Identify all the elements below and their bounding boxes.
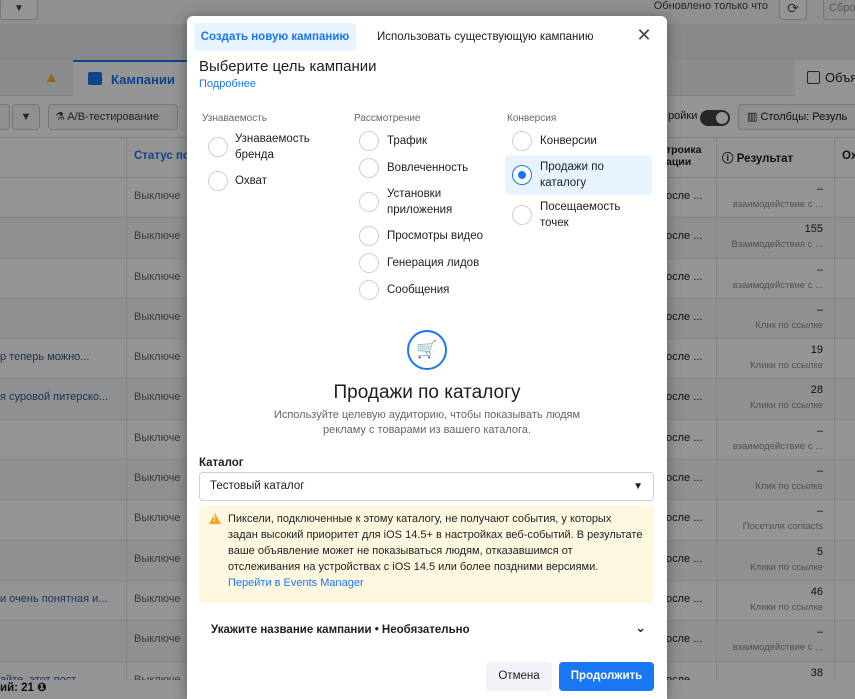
option-label: Охват: [235, 175, 267, 187]
radio-button[interactable]: [359, 253, 379, 273]
radio-button[interactable]: [359, 280, 379, 300]
tab-use-existing[interactable]: Использовать существующую кампанию: [377, 23, 593, 51]
shopping-cart-icon: 🛒: [407, 330, 447, 370]
objective-title: Продажи по каталогу: [333, 382, 521, 403]
option-label: Генерация лидов: [387, 257, 480, 269]
radio-button[interactable]: [512, 131, 532, 151]
warning-box: Пиксели, подключенные к этому каталогу, …: [199, 505, 654, 603]
learn-more-link[interactable]: Подробнее: [199, 78, 256, 90]
dialog-heading: Выберите цель кампании: [199, 58, 377, 75]
events-manager-link[interactable]: Перейти в Events Manager: [228, 577, 364, 589]
option-label: Продажи по каталогу: [540, 161, 604, 189]
catalog-label: Каталог: [199, 457, 244, 469]
column-title-conversion: Конверсия: [507, 113, 557, 124]
close-icon[interactable]: ✕: [635, 26, 653, 45]
radio-button[interactable]: [208, 171, 228, 191]
radio-button[interactable]: [359, 131, 379, 151]
cancel-button[interactable]: Отмена: [486, 662, 552, 691]
catalog-value: Тестовый каталог: [210, 480, 305, 492]
tab-create-new[interactable]: Создать новую кампанию: [194, 23, 356, 51]
continue-button[interactable]: Продолжить: [559, 662, 654, 691]
option-label: Конверсии: [540, 135, 597, 147]
radio-button[interactable]: [359, 226, 379, 246]
option-label: Узнаваемость бренда: [235, 133, 310, 161]
option-label: Вовлеченность: [387, 162, 469, 174]
radio-button-selected[interactable]: [512, 165, 532, 185]
radio-button[interactable]: [359, 192, 379, 212]
warning-text: Пиксели, подключенные к этому каталогу, …: [228, 513, 643, 573]
chevron-down-icon[interactable]: ⌄: [635, 620, 646, 636]
radio-button[interactable]: [512, 205, 532, 225]
radio-button[interactable]: [208, 137, 228, 157]
campaign-name-section[interactable]: Укажите название кампании • Необязательн…: [199, 617, 654, 643]
warning-icon: [209, 513, 221, 524]
create-campaign-dialog: Создать новую кампанию Использовать суще…: [187, 16, 667, 699]
column-title-consideration: Рассмотрение: [354, 113, 421, 124]
caret-down-icon: ▼: [633, 481, 643, 492]
objective-description: Используйте целевую аудиторию, чтобы пок…: [273, 409, 581, 436]
option-label: Установки приложения: [387, 188, 453, 216]
option-label: Сообщения: [387, 284, 450, 296]
option-label: Просмотры видео: [387, 230, 484, 242]
campaign-name-label: Укажите название кампании • Необязательн…: [211, 624, 470, 636]
column-title-awareness: Узнаваемость: [202, 113, 268, 124]
radio-button[interactable]: [359, 158, 379, 178]
option-label: Посещаемость точек: [540, 201, 621, 229]
catalog-select[interactable]: Тестовый каталог ▼: [199, 472, 654, 501]
option-label: Трафик: [387, 135, 428, 147]
